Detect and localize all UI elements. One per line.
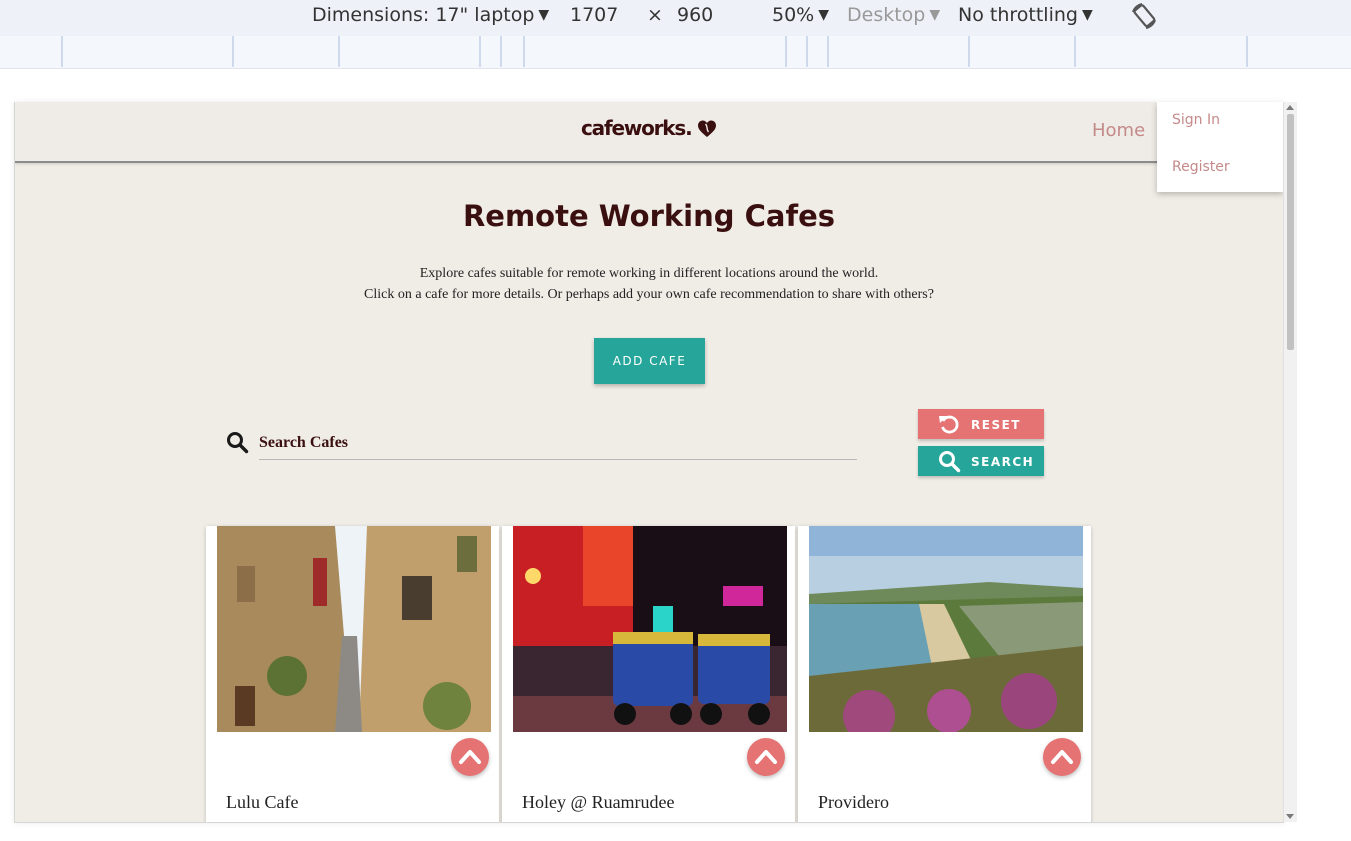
expand-card-button[interactable] (451, 738, 489, 776)
nav-home-link[interactable]: Home (1092, 120, 1145, 141)
chevron-down-icon: ▼ (818, 7, 830, 23)
cafe-photo[interactable] (513, 526, 787, 732)
site-navbar: cafeworks. Home (15, 102, 1283, 163)
zoom-select[interactable]: 50% ▼ (772, 4, 829, 26)
cafe-card[interactable]: Providero (798, 526, 1091, 822)
search-label: SEARCH (971, 455, 1035, 469)
device-type-label: Desktop (847, 4, 926, 26)
search-icon (939, 451, 961, 473)
narrow-stone-street-photo (217, 526, 491, 732)
scroll-up-icon[interactable] (1286, 105, 1294, 110)
chevron-down-icon: ▼ (538, 7, 550, 23)
rotate-icon[interactable] (1128, 0, 1160, 32)
scrollbar-thumb[interactable] (1287, 114, 1294, 350)
cafe-name[interactable]: Lulu Cafe (226, 792, 298, 813)
media-query-ruler (0, 36, 1351, 69)
cafe-name[interactable]: Providero (818, 792, 889, 813)
chevron-down-icon: ▼ (1081, 7, 1093, 23)
site-logo[interactable]: cafeworks. (581, 116, 693, 140)
account-dropdown: Sign In Register (1157, 102, 1283, 192)
expand-card-button[interactable] (1043, 738, 1081, 776)
page-title: Remote Working Cafes (462, 199, 836, 233)
scroll-down-icon[interactable] (1286, 814, 1294, 819)
coffee-heart-icon (698, 120, 716, 137)
search-button[interactable]: SEARCH (918, 446, 1044, 476)
chevron-down-icon: ▼ (929, 7, 941, 23)
chevron-up-icon (459, 750, 481, 764)
search-input[interactable] (259, 427, 857, 460)
height-input[interactable]: 960 (677, 4, 713, 26)
coastal-bay-heather-photo (809, 526, 1083, 732)
search-icon (227, 432, 249, 454)
cafe-photo[interactable] (809, 526, 1083, 732)
intro-text-line-2: Click on a cafe for more details. Or per… (364, 287, 934, 302)
chevron-up-icon (1051, 750, 1073, 764)
width-input[interactable]: 1707 (570, 4, 618, 26)
device-type-select[interactable]: Desktop ▼ (847, 4, 940, 26)
reset-label: RESET (971, 418, 1021, 432)
reset-button[interactable]: RESET (918, 409, 1044, 439)
dimensions-select[interactable]: Dimensions: 17" laptop ▼ (312, 4, 549, 26)
dimension-separator: × (647, 4, 663, 26)
undo-icon (939, 415, 959, 434)
devtools-device-toolbar: Dimensions: 17" laptop ▼ 1707 × 960 50% ▼ … (0, 0, 1351, 36)
throttling-select[interactable]: No throttling ▼ (958, 4, 1093, 26)
dimensions-label: Dimensions: 17" laptop (312, 4, 535, 26)
throttling-label: No throttling (958, 4, 1078, 26)
add-cafe-button[interactable]: ADD CAFE (594, 338, 705, 384)
cafe-photo[interactable] (217, 526, 491, 732)
cafe-card[interactable]: Holey @ Ruamrudee (502, 526, 795, 822)
sign-in-link[interactable]: Sign In (1172, 112, 1220, 128)
cafe-name[interactable]: Holey @ Ruamrudee (522, 792, 675, 813)
register-link[interactable]: Register (1172, 159, 1230, 175)
intro-text-line-1: Explore cafes suitable for remote workin… (419, 266, 879, 281)
zoom-label: 50% (772, 4, 815, 26)
expand-card-button[interactable] (747, 738, 785, 776)
chevron-up-icon (755, 750, 777, 764)
emulated-viewport: cafeworks. Home Sign In Register Remote … (14, 102, 1284, 823)
viewport-scrollbar[interactable] (1283, 102, 1297, 822)
neon-street-tuk-tuk-photo (513, 526, 787, 732)
cafe-card[interactable]: Lulu Cafe (206, 526, 499, 822)
